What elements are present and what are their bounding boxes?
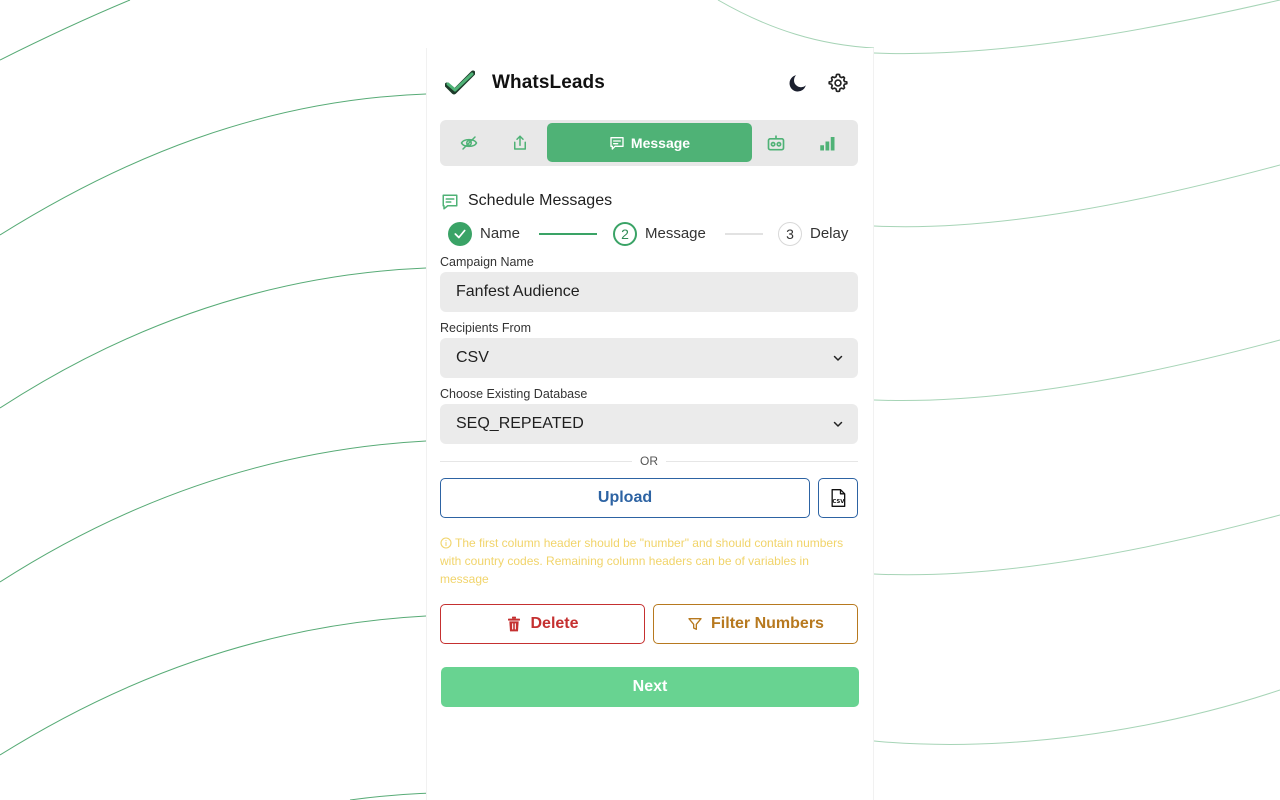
recipients-from-value: CSV [456,349,489,366]
bar-chart-icon [820,136,835,150]
delete-label: Delete [530,615,579,632]
delete-button[interactable]: Delete [440,604,645,644]
tab-hidden[interactable] [445,123,493,162]
database-select[interactable]: SEQ_REPEATED [440,404,858,444]
tab-message-label: Message [630,134,691,151]
step-2-current: 2 [613,222,637,246]
tab-bar: Message [440,120,858,166]
step-2-label: Message [645,225,706,242]
step-3-label: Delay [810,225,849,242]
tab-analytics[interactable] [803,123,851,162]
step-connector-pending [725,233,763,235]
check-icon [454,229,466,239]
step-1-done [448,222,472,246]
csv-format-hint-text: The first column header should be "numbe… [440,536,844,586]
step-3-number: 3 [786,226,794,242]
next-button[interactable]: Next [441,667,859,707]
bg-curve [717,0,875,49]
bot-icon [767,135,785,150]
bg-curve [873,514,1280,576]
bg-curve [0,93,427,236]
message-square-icon [442,194,458,210]
upload-button[interactable]: Upload [440,478,810,518]
bg-curve [873,0,1280,55]
bg-curve [0,615,427,756]
tab-message[interactable]: Message [547,123,752,162]
message-icon [610,136,624,150]
campaign-name-value: Fanfest Audience [456,283,580,300]
step-1-label: Name [480,225,521,242]
tab-export[interactable] [496,123,544,162]
filter-icon [688,618,702,630]
filter-numbers-label: Filter Numbers [711,615,824,632]
database-value: SEQ_REPEATED [456,415,584,432]
upload-share-icon [514,135,526,150]
database-label: Choose Existing Database [440,387,588,401]
moon-icon [789,75,806,92]
bg-curve [0,0,131,61]
bg-curve [0,267,427,409]
dark-mode-toggle[interactable] [786,71,810,95]
csv-template-button[interactable]: CSV [818,478,858,518]
or-text: OR [632,454,666,468]
section-title: Schedule Messages [468,192,613,209]
settings-gear-icon [828,73,848,93]
svg-text:CSV: CSV [832,499,845,505]
trash-icon [508,616,521,632]
step-connector-done [539,233,597,235]
tab-bot[interactable] [752,123,800,162]
recipients-from-select[interactable]: CSV [440,338,858,378]
logo-check-icon [445,70,475,95]
eye-off-icon [460,135,478,150]
campaign-name-input[interactable]: Fanfest Audience [440,272,858,312]
bg-curve [873,164,1280,228]
recipients-from-label: Recipients From [440,321,531,335]
bg-curve [873,339,1280,402]
filter-numbers-button[interactable]: Filter Numbers [653,604,858,644]
step-3-pending: 3 [778,222,802,246]
csv-file-icon: CSV [831,489,846,507]
step-2-number: 2 [621,226,629,242]
bg-curve [0,440,427,583]
settings-button[interactable] [826,71,850,95]
app-title: WhatsLeads [492,72,605,93]
campaign-name-label: Campaign Name [440,255,534,269]
chevron-down-icon [833,355,843,361]
chevron-down-icon [833,421,843,427]
info-icon [440,537,452,549]
csv-format-hint: The first column header should be "numbe… [440,534,860,588]
